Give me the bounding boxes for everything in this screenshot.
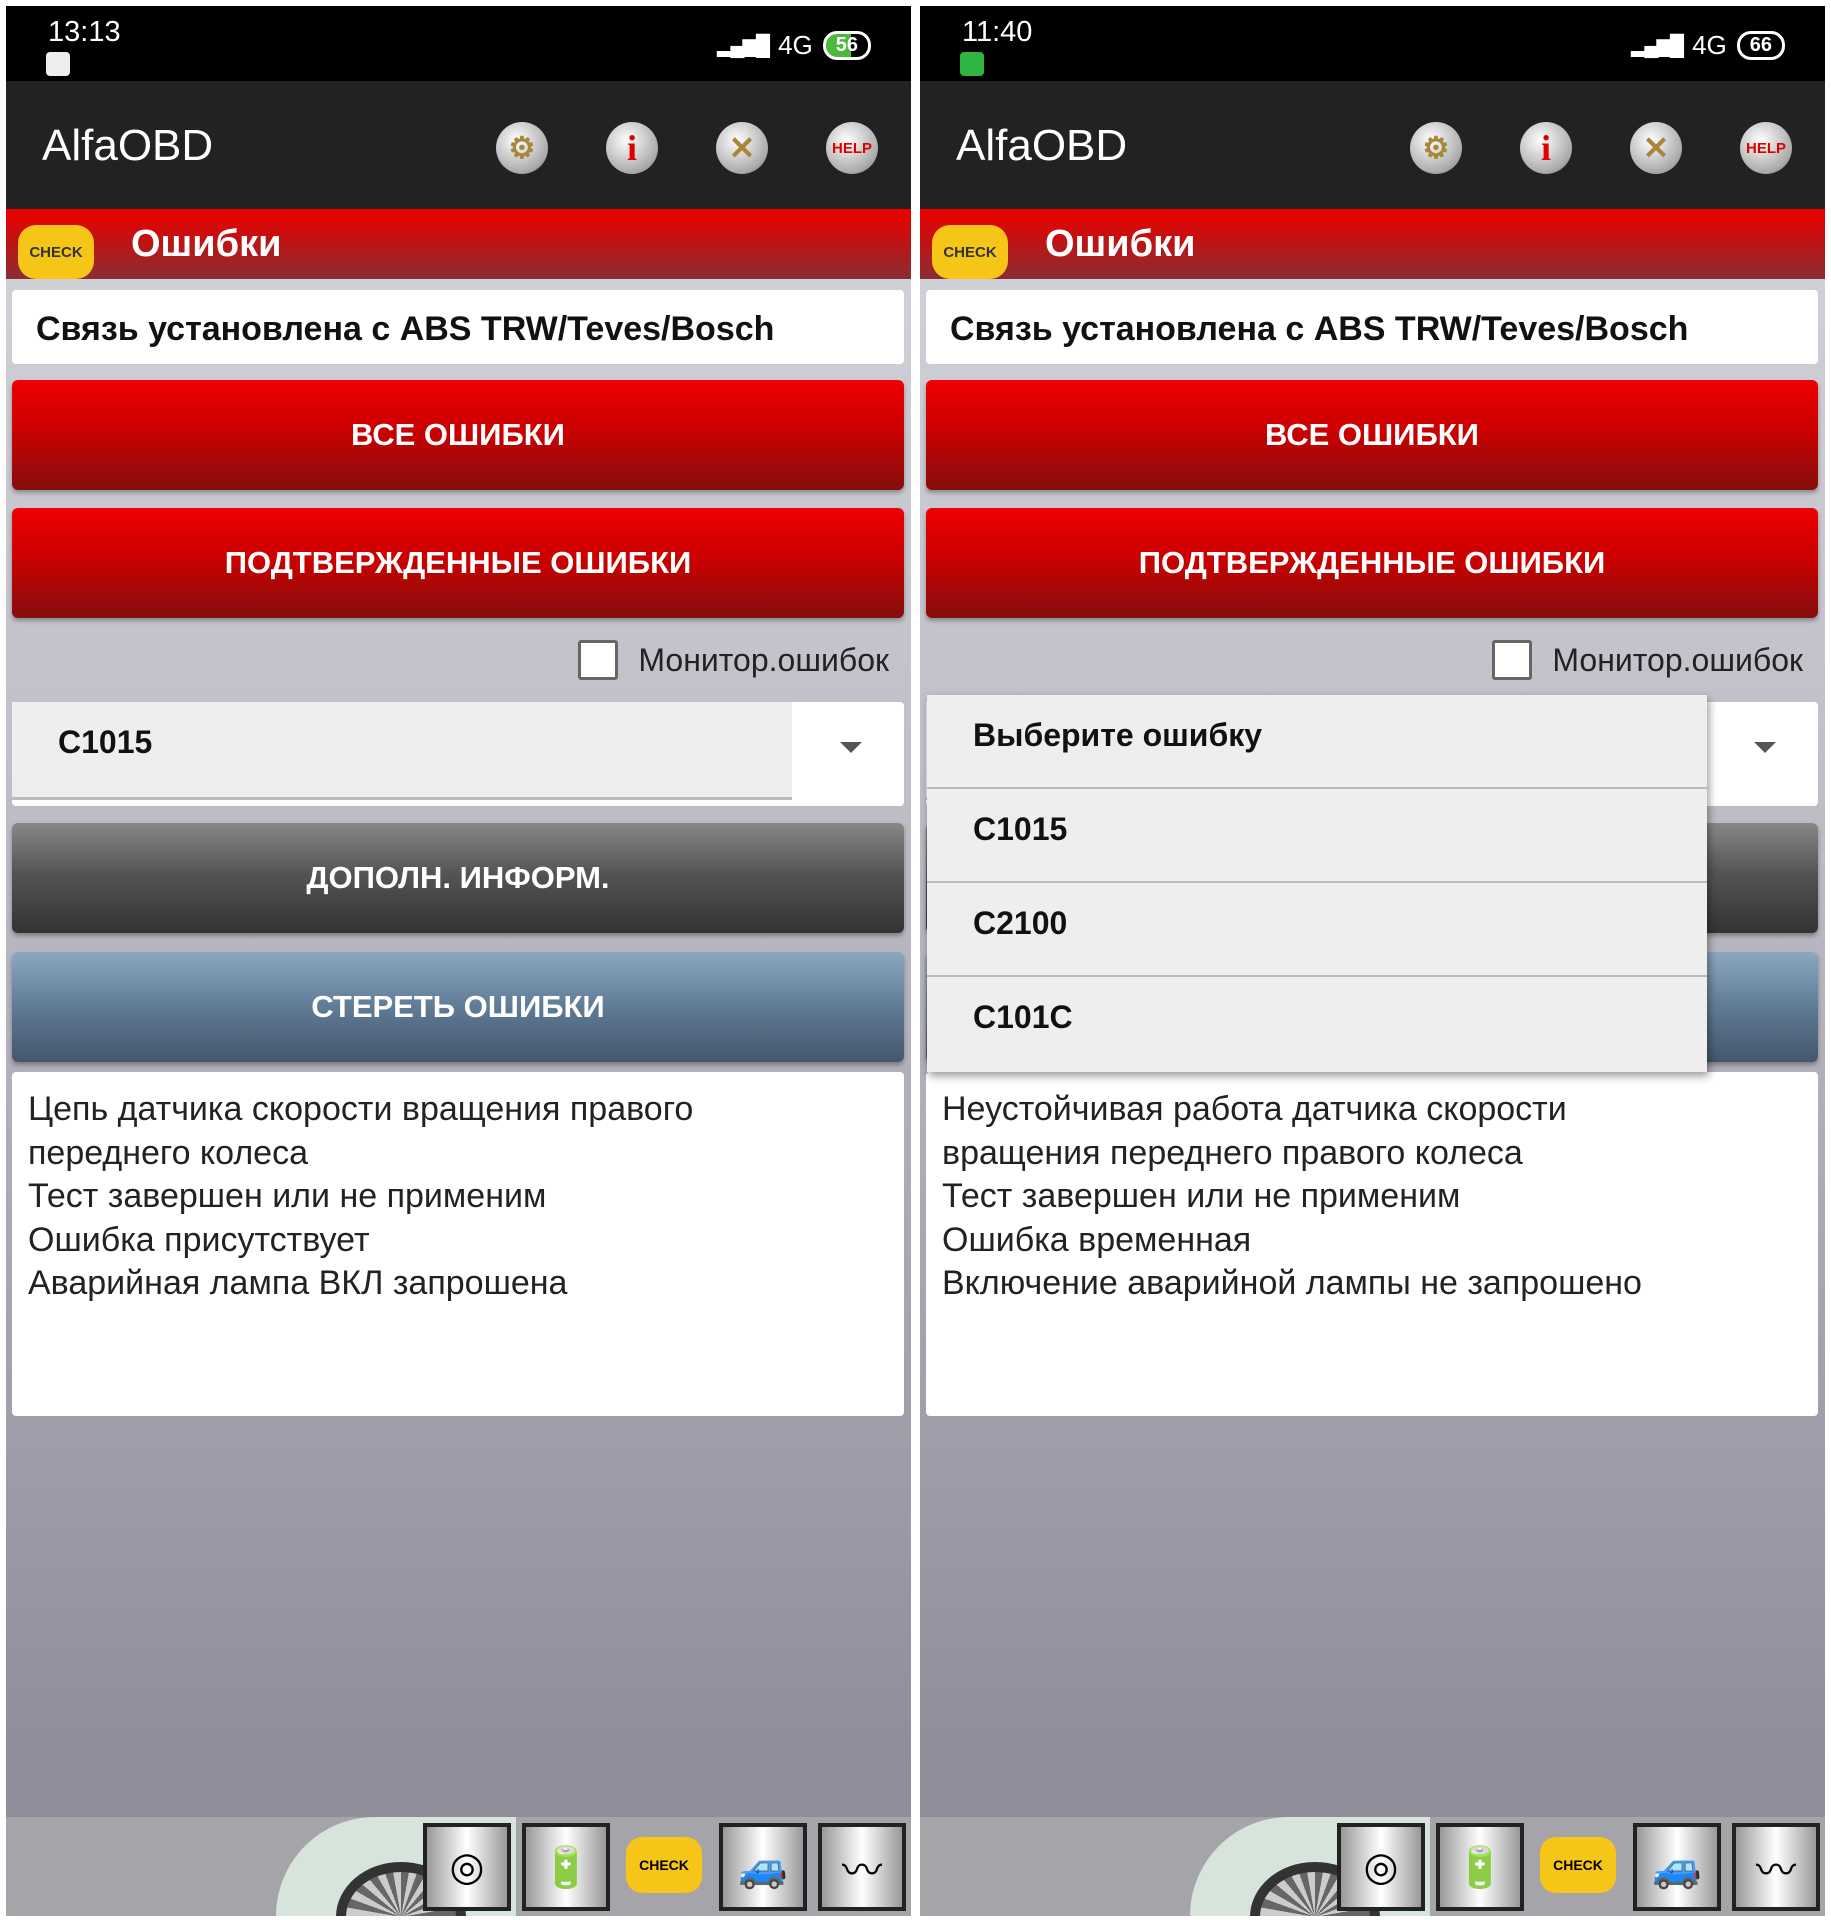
all-errors-button[interactable]: ВСЕ ОШИБКИ [926, 380, 1818, 490]
section-title: Ошибки [1045, 223, 1196, 265]
error-description: Неустойчивая работа датчика скорости вращ… [926, 1072, 1818, 1416]
clock: 13:13 [48, 16, 121, 48]
clear-errors-button[interactable]: СТЕРЕТЬ ОШИБКИ [12, 952, 904, 1062]
description-line: Неустойчивая работа датчика скорости [942, 1090, 1567, 1128]
confirmed-errors-button[interactable]: ПОДТВЕРЖДЕННЫЕ ОШИБКИ [12, 508, 904, 618]
section-header: CHECK Ошибки [920, 209, 1825, 279]
checkbox-label: Монитор.ошибок [638, 641, 889, 678]
description-line: вращения переднего правого колеса [942, 1133, 1523, 1172]
brake-disc-icon[interactable]: ◎ [423, 1823, 511, 1911]
brake-disc-icon[interactable]: ◎ [1337, 1823, 1425, 1911]
car-body-icon[interactable]: 🚙 [1633, 1823, 1721, 1911]
error-dropdown-menu: Выберите ошибку C1015 C2100 C101C [927, 695, 1707, 1072]
signal-icon: ▂▄▆█ [1630, 35, 1684, 57]
tools-icon[interactable]: ✕ [716, 122, 768, 174]
description-line: Аварийная лампа ВКЛ запрошена [28, 1264, 568, 1302]
info-icon[interactable]: i [606, 122, 658, 174]
description-line: Тест завершен или не применим [28, 1177, 547, 1215]
description-line: Ошибка присутствует [28, 1220, 370, 1259]
oscilloscope-icon[interactable]: 〰 [1732, 1823, 1820, 1911]
check-engine-tool-icon[interactable]: CHECK [626, 1837, 702, 1893]
all-errors-button[interactable]: ВСЕ ОШИБКИ [12, 380, 904, 490]
description-line: Включение аварийной лампы не запрошено [942, 1264, 1642, 1302]
error-monitor-toggle[interactable]: Монитор.ошибок [578, 640, 889, 680]
description-line: переднего колеса [28, 1133, 309, 1172]
signal-icon: ▂▄▆█ [716, 35, 770, 57]
error-select[interactable]: C1015 [12, 702, 904, 806]
checkbox[interactable] [578, 640, 619, 680]
network-type: 4G [778, 30, 813, 60]
app-title: AlfaOBD [956, 121, 1128, 170]
error-monitor-toggle[interactable]: Монитор.ошибок [1492, 640, 1803, 680]
section-title: Ошибки [131, 223, 282, 265]
check-engine-tool-icon[interactable]: CHECK [1540, 1837, 1616, 1893]
car-body-icon[interactable]: 🚙 [719, 1823, 807, 1911]
app-bar: AlfaOBD ⚙ i ✕ HELP [6, 81, 911, 209]
description-line: Цепь датчика скорости вращения правого [28, 1090, 694, 1128]
check-engine-icon: CHECK [932, 225, 1008, 279]
battery-icon: 56 [822, 31, 871, 60]
selected-error[interactable]: C1015 [12, 702, 792, 800]
status-bar: 13:13 ▂▄▆█ 4G 56 [6, 6, 911, 81]
tools-icon[interactable]: ✕ [1630, 122, 1682, 174]
chevron-down-icon[interactable] [1754, 742, 1776, 753]
check-engine-icon: CHECK [18, 225, 94, 279]
battery-tool-icon[interactable]: 🔋 [1436, 1823, 1524, 1911]
connection-status: Связь установлена с ABS TRW/Teves/Bosch [926, 290, 1818, 364]
dropdown-option[interactable]: C1015 [927, 789, 1707, 883]
error-description: Цепь датчика скорости вращения правого пе… [12, 1072, 904, 1416]
gears-icon[interactable]: ⚙ [496, 122, 548, 174]
description-line: Ошибка временная [942, 1220, 1252, 1259]
dropdown-option[interactable]: C101C [927, 977, 1707, 1071]
battery-tool-icon[interactable]: 🔋 [522, 1823, 610, 1911]
status-bar: 11:40 ▂▄▆█ 4G 66 [920, 6, 1825, 81]
phone-screen: 11:40 ▂▄▆█ 4G 66 AlfaOBD ⚙ i ✕ HELP CHEC… [920, 6, 1825, 1916]
help-icon[interactable]: HELP [826, 122, 878, 174]
battery-icon: 66 [1736, 31, 1785, 60]
whatsapp-notification-icon [960, 52, 984, 76]
info-icon[interactable]: i [1520, 122, 1572, 174]
app-title: AlfaOBD [42, 121, 214, 170]
connection-status: Связь установлена с ABS TRW/Teves/Bosch [12, 290, 904, 364]
oscilloscope-icon[interactable]: 〰 [818, 1823, 906, 1911]
description-line: Тест завершен или не применим [942, 1177, 1461, 1215]
help-icon[interactable]: HELP [1740, 122, 1792, 174]
checkbox[interactable] [1492, 640, 1533, 680]
dropdown-option[interactable]: C2100 [927, 883, 1707, 977]
clock: 11:40 [962, 16, 1033, 48]
bottom-toolbar: ◎ 🔋 CHECK 🚙 〰 [6, 1817, 911, 1916]
phone-screen: 13:13 ▂▄▆█ 4G 56 AlfaOBD ⚙ i ✕ HELP CHEC… [6, 6, 911, 1916]
section-header: CHECK Ошибки [6, 209, 911, 279]
play-store-notification-icon [46, 52, 70, 76]
app-bar: AlfaOBD ⚙ i ✕ HELP [920, 81, 1825, 209]
gears-icon[interactable]: ⚙ [1410, 122, 1462, 174]
confirmed-errors-button[interactable]: ПОДТВЕРЖДЕННЫЕ ОШИБКИ [926, 508, 1818, 618]
bottom-toolbar: ◎ 🔋 CHECK 🚙 〰 [920, 1817, 1825, 1916]
dropdown-option[interactable]: Выберите ошибку [927, 695, 1707, 789]
more-info-button[interactable]: ДОПОЛН. ИНФОРМ. [12, 823, 904, 933]
chevron-down-icon[interactable] [840, 742, 862, 753]
network-type: 4G [1692, 30, 1727, 60]
checkbox-label: Монитор.ошибок [1552, 641, 1803, 678]
